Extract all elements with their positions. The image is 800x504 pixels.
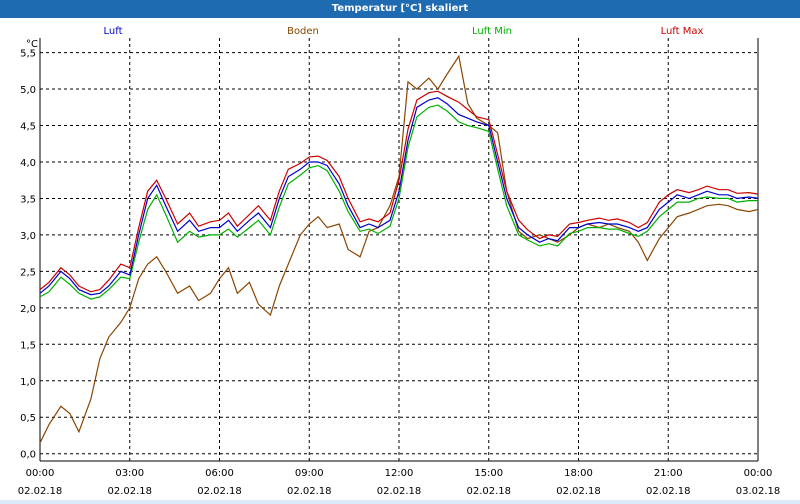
y-tick-label: 5,5	[20, 49, 36, 60]
x-tick-time-label: 15:00	[474, 468, 503, 479]
y-tick-label: 0,5	[20, 413, 36, 424]
x-tick-date-label: 02.02.18	[107, 486, 152, 497]
chart-title: Temperatur [°C] skaliert	[331, 3, 469, 14]
y-tick-label: 2,0	[20, 304, 36, 315]
temperature-chart: Luft Boden Luft Min Luft Max 0,0 0,5 1,0 1,5 2,…	[18, 26, 781, 497]
chart-area: Luft Boden Luft Min Luft Max 0,0 0,5 1,0 1,5 2,…	[0, 18, 800, 500]
y-axis-unit-label: °C	[26, 39, 38, 50]
y-tick-label: 1,0	[20, 377, 36, 388]
x-tick-time-label: 12:00	[385, 468, 414, 479]
legend-item-luft-min: Luft Min	[472, 26, 512, 37]
x-tick-date-label: 03.02.18	[736, 486, 781, 497]
y-tick-label: 5,0	[20, 85, 36, 96]
legend-item-luft-max: Luft Max	[661, 26, 704, 37]
chart-window: Temperatur [°C] skaliert Luft Boden Luft M…	[0, 0, 800, 500]
x-tick-time-label: 00:00	[744, 468, 773, 479]
y-tick-label: 3,0	[20, 231, 36, 242]
x-tick-time-label: 09:00	[295, 468, 324, 479]
title-bar: Temperatur [°C] skaliert	[0, 0, 800, 18]
x-tick-date-label: 02.02.18	[18, 486, 63, 497]
x-tick-time-label: 06:00	[205, 468, 234, 479]
legend: Luft Boden Luft Min Luft Max	[104, 26, 704, 37]
legend-item-luft: Luft	[104, 26, 123, 37]
x-tick-time-label: 03:00	[115, 468, 144, 479]
y-tick-label: 3,5	[20, 194, 36, 205]
x-tick-time-label: 18:00	[564, 468, 593, 479]
y-tick-label: 1,5	[20, 340, 36, 351]
x-tick-time-label: 21:00	[654, 468, 683, 479]
x-tick-date-label: 02.02.18	[287, 486, 332, 497]
y-tick-label: 4,0	[20, 158, 36, 169]
grid-lines	[40, 38, 758, 461]
legend-item-boden: Boden	[287, 26, 319, 37]
y-tick-label: 2,5	[20, 267, 36, 278]
x-tick-date-label: 02.02.18	[377, 486, 422, 497]
x-tick-date-label: 02.02.18	[646, 486, 691, 497]
x-tick-date-label: 02.02.18	[556, 486, 601, 497]
x-tick-time-label: 00:00	[26, 468, 55, 479]
y-tick-label: 4,5	[20, 122, 36, 133]
x-tick-date-label: 02.02.18	[197, 486, 242, 497]
y-tick-label: 0,0	[20, 450, 36, 461]
x-tick-date-label: 02.02.18	[466, 486, 511, 497]
